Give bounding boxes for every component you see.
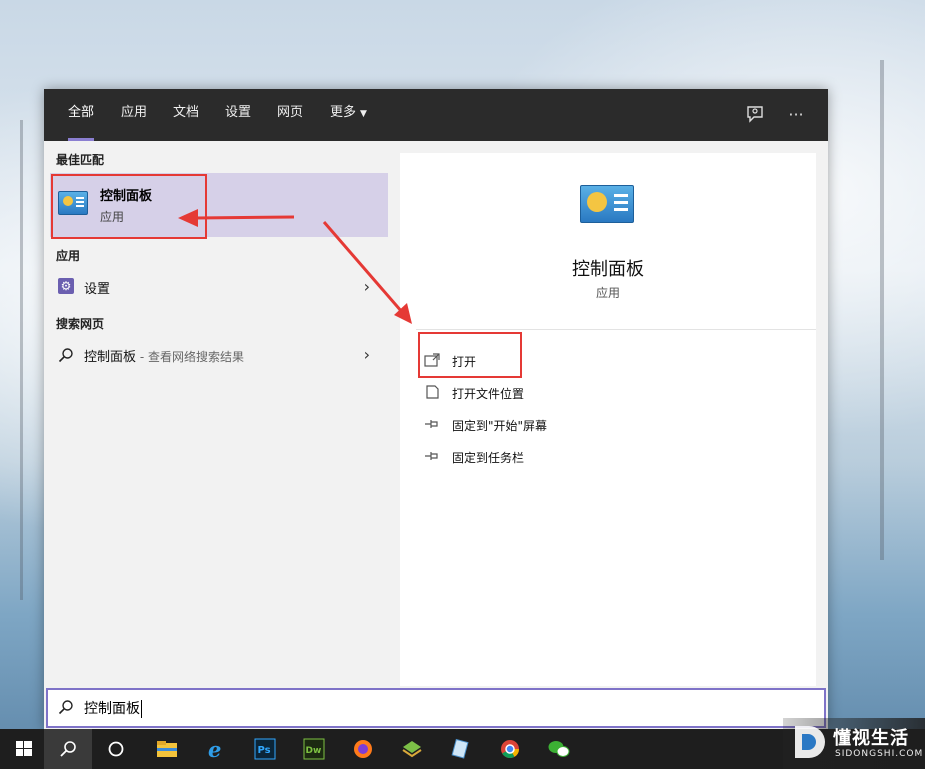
chrome-icon (501, 740, 519, 759)
svg-text:Ps: Ps (258, 745, 271, 756)
tab-documents[interactable]: 文档 (173, 89, 199, 141)
chevron-right-icon[interactable]: › (364, 345, 370, 364)
tab-settings[interactable]: 设置 (225, 89, 251, 141)
search-icon (58, 700, 73, 715)
action-pin-to-taskbar[interactable]: 固定到任务栏 (424, 445, 724, 469)
search-icon (58, 348, 73, 363)
list-item-settings[interactable]: ⚙ 设置 › (50, 271, 388, 303)
feedback-icon[interactable] (744, 104, 766, 126)
search-query-text: 控制面板 (84, 698, 142, 718)
pin-icon (425, 420, 438, 428)
taskbar-photoshop[interactable]: Ps (241, 729, 289, 769)
internet-explorer-icon: e (208, 738, 221, 760)
divider (416, 329, 816, 330)
preview-pane: 控制面板 应用 打开 打开文件位置 固定到"开始"屏幕 固定到任务栏 (400, 153, 816, 686)
taskbar-wechat[interactable] (535, 729, 583, 769)
best-match-heading: 最佳匹配 (56, 153, 105, 167)
web-search-hint: - 查看网络搜索结果 (136, 350, 244, 364)
chevron-right-icon[interactable]: › (364, 277, 370, 296)
background-tree (880, 60, 884, 560)
taskbar-app[interactable] (437, 729, 485, 769)
tab-all[interactable]: 全部 (68, 89, 95, 141)
annotation-highlight-open (418, 332, 522, 378)
text-cursor (141, 700, 142, 718)
tab-more[interactable]: 更多 ▼ (330, 89, 367, 141)
wechat-icon (548, 741, 570, 757)
preview-type: 应用 (595, 286, 620, 300)
gear-icon: ⚙ (58, 278, 74, 294)
list-item-label: 控制面板 - 查看网络搜索结果 (84, 346, 244, 365)
tab-web[interactable]: 网页 (277, 89, 303, 141)
tab-more-label: 更多 (330, 105, 357, 120)
caret-down-icon: ▼ (360, 109, 367, 119)
list-item-web-search[interactable]: 控制面板 - 查看网络搜索结果 › (50, 339, 388, 371)
svg-text:e: e (208, 738, 221, 760)
cortana-button[interactable] (92, 729, 140, 769)
control-panel-large-icon-wrap (580, 185, 634, 223)
dreamweaver-icon: Dw (303, 738, 325, 760)
photoshop-icon: Ps (254, 738, 276, 760)
firefox-icon (354, 740, 372, 758)
watermark: 懂视生活 SIDONGSHI.COM (783, 718, 925, 769)
action-label: 固定到任务栏 (452, 451, 525, 465)
cortana-icon (108, 741, 124, 757)
annotation-highlight-best-match (51, 174, 207, 239)
pin-icon (425, 452, 438, 460)
action-label: 打开文件位置 (452, 387, 525, 401)
action-label: 固定到"开始"屏幕 (452, 419, 548, 433)
watermark-name: 懂视生活 (833, 728, 909, 749)
windows-start-button[interactable] (0, 729, 48, 769)
action-pin-to-start[interactable]: 固定到"开始"屏幕 (424, 413, 724, 437)
more-options-icon[interactable]: ··· (785, 104, 807, 126)
search-query: 控制面板 (84, 701, 140, 717)
taskbar-file-explorer[interactable] (143, 729, 191, 769)
apps-heading: 应用 (56, 249, 81, 263)
taskbar-chrome[interactable] (486, 729, 534, 769)
list-item-label: 设置 (84, 282, 111, 297)
background-tree (20, 120, 23, 600)
taskbar-dreamweaver[interactable]: Dw (290, 729, 338, 769)
app-icon (402, 741, 422, 758)
taskbar-app[interactable] (388, 729, 436, 769)
taskbar-search-button[interactable] (44, 729, 92, 769)
watermark-logo (795, 726, 825, 758)
app-icon (451, 738, 469, 759)
svg-text:Dw: Dw (306, 746, 322, 756)
tab-apps[interactable]: 应用 (121, 89, 147, 141)
preview-title: 控制面板 (572, 259, 644, 280)
web-search-heading: 搜索网页 (56, 317, 105, 331)
search-input[interactable]: 控制面板 (46, 688, 826, 728)
taskbar-internet-explorer[interactable]: e (192, 729, 240, 769)
web-search-query: 控制面板 (84, 350, 137, 365)
windows-start-icon (16, 741, 32, 756)
search-filter-bar: 全部 应用 文档 设置 网页 更多 ▼ ··· (44, 89, 828, 141)
file-location-icon (426, 385, 439, 399)
action-open-file-location[interactable]: 打开文件位置 (424, 381, 724, 405)
control-panel-icon (580, 185, 634, 223)
search-icon (60, 741, 76, 757)
file-explorer-icon (157, 741, 177, 757)
taskbar-firefox[interactable] (339, 729, 387, 769)
watermark-domain: SIDONGSHI.COM (835, 749, 924, 759)
